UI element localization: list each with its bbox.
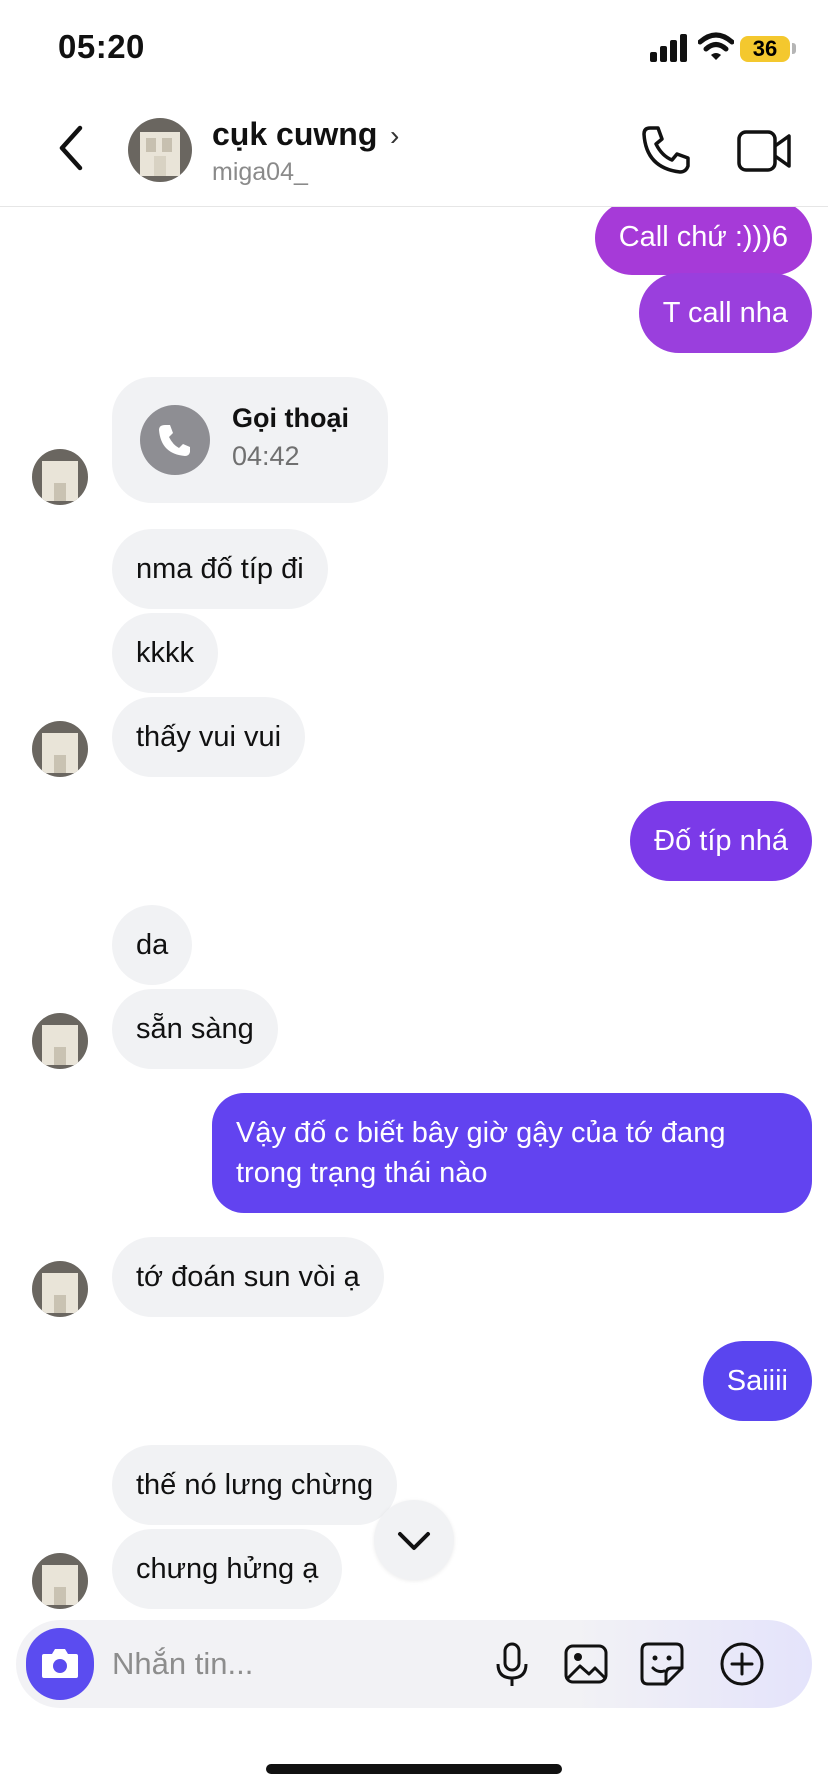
- microphone-icon[interactable]: [488, 1640, 536, 1688]
- phone-icon: [140, 405, 210, 475]
- contact-username: miga04_: [212, 158, 308, 186]
- chevron-right-icon[interactable]: ›: [390, 120, 399, 152]
- incoming-message[interactable]: chưng hửng ạ: [112, 1529, 343, 1609]
- message-input[interactable]: [112, 1620, 482, 1708]
- battery-nub: [792, 43, 796, 54]
- avatar[interactable]: [32, 1553, 88, 1609]
- wifi-icon: [698, 32, 734, 60]
- sticker-icon[interactable]: [638, 1640, 686, 1688]
- cellular-signal-icon: [650, 34, 687, 62]
- message-line: Vậy đố c biết bây giờ gậy của tớ đang: [236, 1117, 726, 1149]
- outgoing-message[interactable]: Call chứ :)))6: [594, 207, 812, 275]
- contact-name[interactable]: cụk cuwng: [212, 116, 377, 153]
- avatar[interactable]: [32, 449, 88, 505]
- outgoing-message[interactable]: Đố típ nhá: [630, 801, 812, 881]
- chat-header: cụk cuwng › miga04_: [0, 96, 828, 207]
- call-duration: 04:42: [232, 441, 300, 471]
- incoming-message[interactable]: sẵn sàng: [112, 989, 278, 1069]
- scroll-to-bottom-button[interactable]: [374, 1500, 454, 1580]
- plus-icon[interactable]: [718, 1640, 766, 1688]
- camera-button[interactable]: [26, 1628, 94, 1700]
- video-camera-icon[interactable]: [736, 126, 792, 176]
- image-icon[interactable]: [562, 1640, 610, 1688]
- message-composer: [16, 1620, 812, 1708]
- phone-icon[interactable]: [640, 124, 692, 176]
- outgoing-message[interactable]: Saiiii: [702, 1341, 812, 1421]
- call-title: Gọi thoại: [232, 403, 349, 433]
- incoming-message[interactable]: nma đố típ đi: [112, 529, 328, 609]
- avatar[interactable]: [128, 118, 192, 182]
- back-icon[interactable]: [52, 120, 92, 176]
- avatar[interactable]: [32, 1013, 88, 1069]
- incoming-message[interactable]: kkkk: [112, 613, 218, 693]
- chevron-down-icon: [398, 1532, 430, 1550]
- camera-icon: [42, 1649, 78, 1678]
- status-time: 05:20: [58, 28, 145, 65]
- home-indicator[interactable]: [266, 1764, 562, 1774]
- voice-call-card[interactable]: Gọi thoại 04:42: [112, 377, 388, 503]
- message-line: trong trạng thái nào: [236, 1157, 488, 1189]
- outgoing-message[interactable]: T call nha: [638, 273, 812, 353]
- incoming-message[interactable]: da: [112, 905, 193, 985]
- avatar[interactable]: [32, 1261, 88, 1317]
- avatar[interactable]: [32, 721, 88, 777]
- incoming-message[interactable]: thấy vui vui: [112, 697, 306, 777]
- incoming-message[interactable]: tớ đoán sun vòi ạ: [112, 1237, 384, 1317]
- outgoing-message[interactable]: Vậy đố c biết bây giờ gậy của tớ đang tr…: [212, 1093, 812, 1213]
- message-list[interactable]: Call chứ :)))6 T call nha Gọi thoại 04:4…: [0, 207, 828, 1612]
- battery-indicator: 36: [740, 36, 790, 62]
- incoming-message[interactable]: thế nó lưng chừng: [112, 1445, 398, 1525]
